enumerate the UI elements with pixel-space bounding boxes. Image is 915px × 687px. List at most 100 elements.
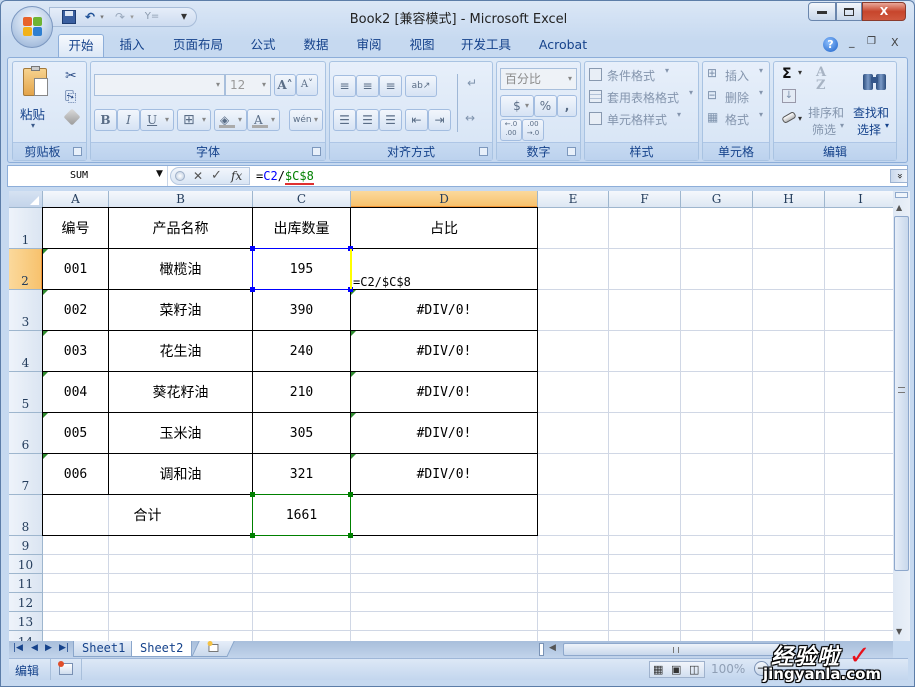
tab-page-layout[interactable]: 页面布局 <box>166 34 230 58</box>
error-indicator-icon[interactable] <box>43 290 48 295</box>
align-top-button[interactable]: ≡ <box>333 75 356 97</box>
error-indicator-icon[interactable] <box>43 413 48 418</box>
align-left-button[interactable]: ☰ <box>333 109 356 131</box>
row-header-6[interactable]: 6 <box>9 413 43 454</box>
format-painter-icon[interactable] <box>63 108 81 126</box>
total-label-cell[interactable]: 合计 <box>43 495 252 535</box>
zoom-level[interactable]: 100% <box>711 662 745 676</box>
cell-ratio[interactable]: #DIV/0! <box>351 372 537 412</box>
row-header-7[interactable]: 7 <box>9 454 43 495</box>
insert-function-icon[interactable]: fx <box>231 169 242 183</box>
grow-font-button[interactable]: A˄ <box>274 74 296 96</box>
help-icon[interactable]: ? <box>823 37 838 52</box>
cell-name[interactable]: 葵花籽油 <box>109 372 252 412</box>
column-header-f[interactable]: F <box>609 191 681 208</box>
cell-name[interactable]: 橄榄油 <box>109 249 252 289</box>
font-launcher-icon[interactable] <box>312 147 321 156</box>
ribbon-minimize-icon[interactable]: _ <box>849 35 855 48</box>
cell-ratio[interactable]: #DIV/0! <box>351 331 537 371</box>
cell-name[interactable]: 花生油 <box>109 331 252 371</box>
ref-handle-c8[interactable] <box>348 533 353 538</box>
maximize-button[interactable] <box>836 2 862 21</box>
sheet-tab-sheet1[interactable]: Sheet1 <box>73 641 135 657</box>
cell-name[interactable]: 玉米油 <box>109 413 252 453</box>
decrease-decimal-button[interactable]: .00 →.0 <box>522 119 544 141</box>
column-header-g[interactable]: G <box>681 191 753 208</box>
cell-name[interactable]: 菜籽油 <box>109 290 252 330</box>
row-header-11[interactable]: 11 <box>9 574 43 593</box>
ref-handle-c2[interactable] <box>250 246 255 251</box>
select-all-button[interactable] <box>9 191 43 208</box>
clipboard-launcher-icon[interactable] <box>73 147 82 156</box>
clear-dropdown-icon[interactable]: ▾ <box>798 114 802 123</box>
normal-view-icon[interactable]: ▦ <box>653 663 663 676</box>
error-indicator-icon[interactable] <box>351 413 356 418</box>
row-header-14[interactable]: 14 <box>9 631 43 641</box>
format-as-table-button[interactable]: 套用表格格式 ▾ <box>589 88 697 108</box>
find-select-button[interactable]: 查找和 选择 ▾ <box>853 66 895 138</box>
column-header-h[interactable]: H <box>753 191 825 208</box>
row-header-8[interactable]: 8 <box>9 495 43 536</box>
font-color-button[interactable]: A ▾ <box>247 109 280 131</box>
tab-view[interactable]: 视图 <box>401 34 443 58</box>
row-header-5[interactable]: 5 <box>9 372 43 413</box>
tab-formulas[interactable]: 公式 <box>242 34 284 58</box>
cancel-formula-icon[interactable]: ✕ <box>193 169 203 183</box>
phonetic-button[interactable]: wén ▾ <box>289 109 323 131</box>
cell-qty[interactable]: 390 <box>253 290 350 330</box>
cell-id[interactable]: 005 <box>43 413 108 453</box>
first-sheet-icon[interactable]: |◀ <box>13 643 23 653</box>
ribbon-restore-icon[interactable]: ❐ <box>867 36 876 47</box>
align-right-button[interactable]: ☰ <box>379 109 402 131</box>
row-header-9[interactable]: 9 <box>9 536 43 555</box>
error-indicator-icon[interactable] <box>43 249 48 254</box>
header-cell[interactable]: 出库数量 <box>253 208 350 248</box>
macro-record-icon[interactable] <box>58 661 73 675</box>
formula-input[interactable]: =C2/$C$8 <box>256 166 314 186</box>
row-header-13[interactable]: 13 <box>9 612 43 631</box>
minimize-button[interactable] <box>808 2 836 21</box>
increase-indent-button[interactable]: ⇥ <box>428 109 451 131</box>
alignment-launcher-icon[interactable] <box>479 147 488 156</box>
cell-qty[interactable]: 305 <box>253 413 350 453</box>
ribbon-close-icon[interactable]: X <box>891 36 899 49</box>
tab-review[interactable]: 审阅 <box>348 34 390 58</box>
insert-sheet-icon[interactable] <box>191 641 235 657</box>
office-button[interactable] <box>11 6 53 48</box>
row-header-10[interactable]: 10 <box>9 555 43 574</box>
merge-center-icon[interactable]: ↔ <box>465 111 475 125</box>
cell-styles-button[interactable]: 单元格样式 ▾ <box>589 110 697 130</box>
cell-id[interactable]: 006 <box>43 454 108 494</box>
cell-id[interactable]: 001 <box>43 249 108 289</box>
ref-handle-c8[interactable] <box>348 492 353 497</box>
header-cell[interactable]: 编号 <box>43 208 108 248</box>
tab-acrobat[interactable]: Acrobat <box>531 34 595 58</box>
orientation-button[interactable]: ab↗ <box>405 75 437 97</box>
name-box[interactable]: SUM <box>8 166 168 186</box>
column-header-a[interactable]: A <box>43 191 109 208</box>
error-indicator-icon[interactable] <box>43 372 48 377</box>
column-header-e[interactable]: E <box>538 191 609 208</box>
bold-button[interactable]: B <box>94 109 117 131</box>
align-bottom-button[interactable]: ≡ <box>379 75 402 97</box>
cell-id[interactable]: 002 <box>43 290 108 330</box>
ref-handle-c2[interactable] <box>250 287 255 292</box>
cell-qty[interactable]: 321 <box>253 454 350 494</box>
scroll-left-icon[interactable]: ◀ <box>549 643 556 653</box>
tab-split-handle[interactable] <box>539 643 544 656</box>
number-launcher-icon[interactable] <box>567 147 576 156</box>
close-button[interactable]: X <box>862 2 906 21</box>
increase-decimal-button[interactable]: ←.0 .00 <box>500 119 522 141</box>
tab-home[interactable]: 开始 <box>58 34 104 58</box>
row-header-2[interactable]: 2 <box>9 249 43 290</box>
border-button[interactable]: ⊞ ▾ <box>177 109 211 131</box>
delete-cells-button[interactable]: ⊟ 删除 ▾ <box>707 88 769 108</box>
wrap-text-icon[interactable]: ↵ <box>467 76 477 90</box>
enter-formula-icon[interactable]: ✓ <box>211 168 222 183</box>
cell-id[interactable]: 003 <box>43 331 108 371</box>
scroll-up-icon[interactable]: ▲ <box>896 203 902 212</box>
tab-developer[interactable]: 开发工具 <box>453 34 519 58</box>
insert-cells-button[interactable]: ⊞ 插入 ▾ <box>707 66 769 86</box>
row-header-3[interactable]: 3 <box>9 290 43 331</box>
next-sheet-icon[interactable]: ▶ <box>45 643 52 653</box>
